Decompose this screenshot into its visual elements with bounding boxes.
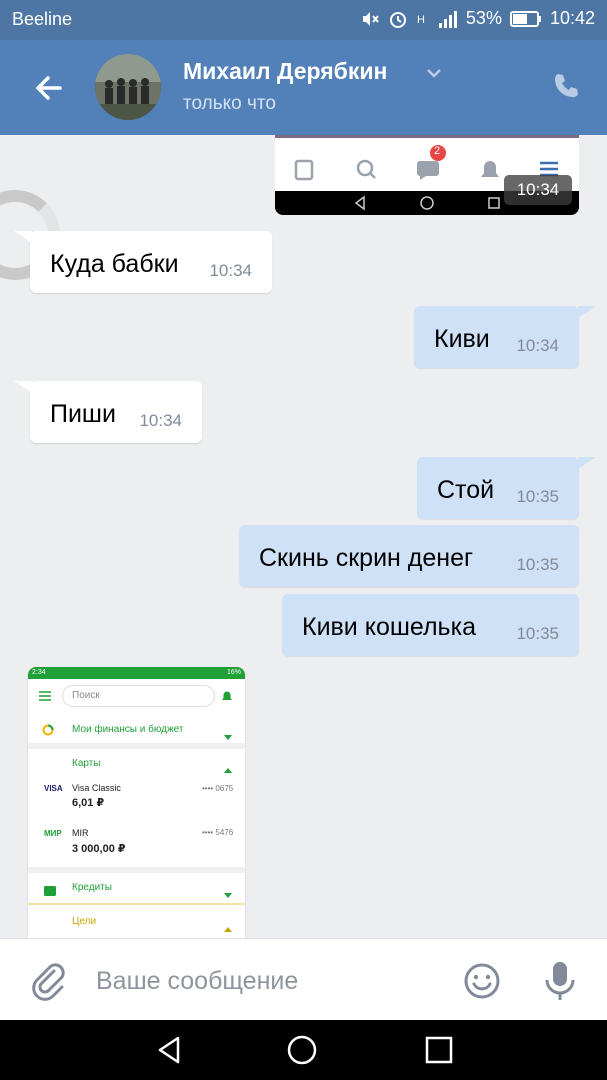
nav-back-icon[interactable] — [154, 1034, 186, 1071]
notification-badge-count: 2 — [434, 145, 441, 157]
attachment-card2-brand: МИР — [44, 829, 62, 838]
attachment-card1-name: Visa Classic — [72, 783, 121, 793]
message-bubble-outgoing[interactable]: Стой 10:35 — [417, 457, 579, 519]
message-bubble-outgoing[interactable]: Скинь скрин денег 10:35 — [239, 525, 579, 587]
bubble-tail — [578, 306, 596, 318]
h-plus-icon: H — [416, 9, 430, 29]
attachment-card2-name: MIR — [72, 828, 89, 838]
message-bubble-outgoing[interactable]: Киви кошелька 10:35 — [282, 594, 579, 656]
phone-icon[interactable] — [551, 71, 581, 106]
credit-icon — [44, 883, 56, 901]
attachment-time: 10:34 — [504, 175, 572, 205]
message-text: Скинь скрин денег — [259, 544, 474, 572]
message-text: Стой — [437, 476, 495, 504]
chevron-down-icon[interactable] — [426, 66, 442, 84]
emoji-icon[interactable] — [462, 961, 502, 1006]
attachment-search-field: Поиск — [62, 685, 215, 707]
caret-up-icon — [224, 760, 232, 778]
message-time: 10:35 — [516, 555, 559, 574]
message-list[interactable]: 2 10:34 Куда бабки 10:34 Киви 10:34 Пиши… — [0, 135, 607, 938]
bell-icon — [221, 689, 233, 708]
attachment-status-time: 2:34 — [32, 669, 46, 676]
microphone-icon[interactable] — [543, 959, 577, 1008]
message-bubble-incoming[interactable]: Куда бабки 10:34 — [30, 231, 272, 293]
attachment-divider — [28, 903, 245, 905]
attachment-card2-amount: 3 000,00 ₽ — [72, 843, 126, 855]
signal-icon — [438, 9, 458, 29]
message-bubble-incoming[interactable]: Пиши 10:34 — [30, 381, 202, 443]
system-navigation-bar — [0, 1020, 607, 1080]
message-text: Киви — [434, 325, 490, 353]
caret-down-icon — [224, 885, 232, 903]
attachment-status-battery: 16% — [226, 669, 241, 676]
chat-header: Михаил Дерябкин только что — [0, 40, 607, 135]
svg-text:H: H — [417, 14, 425, 26]
message-text: Куда бабки — [50, 250, 179, 278]
image-attachment-bank[interactable]: 2:34 16% Поиск Мои финансы и бюджет Карт… — [28, 667, 245, 938]
paperclip-icon[interactable] — [30, 961, 66, 1006]
attachment-card1-amount: 6,01 ₽ — [72, 797, 105, 809]
menu-icon — [38, 689, 52, 707]
attachment-card2-number: •••• 5476 — [202, 828, 234, 837]
message-text: Киви кошелька — [302, 613, 476, 641]
battery-percent: 53% — [465, 8, 502, 28]
bubble-tail — [578, 457, 596, 469]
clock: 10:42 — [549, 8, 595, 28]
avatar[interactable] — [95, 54, 161, 120]
status-bar: Beeline H 53% 10:42 — [0, 0, 607, 40]
attachment-status-bar: 2:34 16% — [28, 667, 245, 679]
contact-name[interactable]: Михаил Дерябкин — [183, 58, 387, 85]
bubble-tail — [14, 231, 32, 243]
attachment-strip — [275, 135, 579, 138]
attachment-card1-number: •••• 0675 — [202, 784, 234, 793]
attachment-finance-label: Мои финансы и бюджет — [72, 724, 184, 735]
caret-up-icon — [224, 919, 232, 937]
attachment-card1-brand: VISA — [44, 784, 63, 793]
message-composer: Ваше сообщение — [0, 938, 607, 1020]
back-arrow-icon[interactable] — [30, 70, 66, 106]
attachment-divider — [28, 867, 245, 873]
message-time: 10:34 — [209, 261, 252, 280]
attachment-divider — [28, 743, 245, 749]
attachment-goals-label: Цели — [72, 916, 97, 927]
finance-icon — [42, 723, 54, 741]
message-text: Пиши — [50, 400, 116, 428]
message-bubble-outgoing[interactable]: Киви 10:34 — [414, 306, 579, 368]
battery-icon — [509, 10, 542, 28]
message-input[interactable]: Ваше сообщение — [96, 967, 298, 996]
presence-status: только что — [183, 93, 276, 114]
message-time: 10:35 — [516, 624, 559, 643]
message-time: 10:34 — [516, 336, 559, 355]
carrier-name: Beeline — [12, 9, 73, 29]
nav-recents-icon[interactable] — [423, 1034, 455, 1071]
nav-home-icon[interactable] — [286, 1034, 318, 1071]
attachment-credits-label: Кредиты — [72, 882, 112, 893]
mute-icon — [360, 9, 380, 29]
bubble-tail — [14, 381, 32, 393]
attachment-cards-label: Карты — [72, 758, 101, 769]
message-time: 10:34 — [139, 411, 182, 430]
alarm-icon — [388, 9, 408, 29]
message-time: 10:35 — [516, 487, 559, 506]
